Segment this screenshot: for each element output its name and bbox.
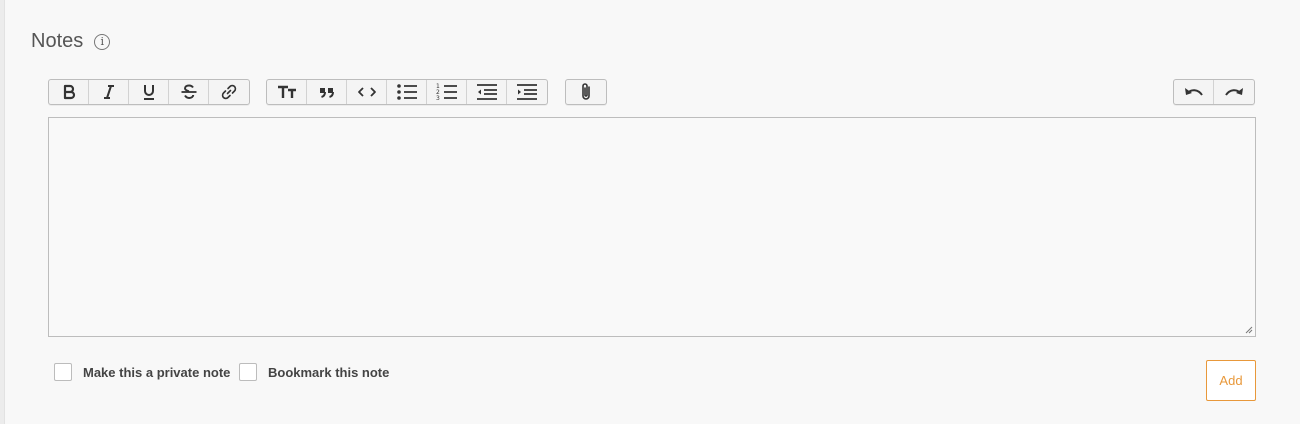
attachment-icon: [582, 83, 590, 100]
redo-button[interactable]: [1214, 80, 1254, 104]
strikethrough-button[interactable]: [169, 80, 209, 104]
bullet-list-icon: [396, 84, 417, 100]
bookmark-note-checkbox[interactable]: [239, 363, 257, 381]
private-note-checkbox[interactable]: [54, 363, 72, 381]
outdent-icon: [476, 84, 497, 100]
undo-button[interactable]: [1174, 80, 1214, 104]
indent-button[interactable]: [507, 80, 547, 104]
bold-button[interactable]: [49, 80, 89, 104]
redo-icon: [1225, 88, 1243, 96]
code-icon: [357, 87, 376, 97]
bold-icon: [63, 84, 75, 100]
link-button[interactable]: [209, 80, 249, 104]
underline-icon: [143, 85, 154, 100]
attachment-toolbar-group: [565, 79, 607, 105]
code-button[interactable]: [347, 80, 387, 104]
bookmark-note-label: Bookmark this note: [268, 364, 390, 380]
link-icon: [221, 84, 237, 100]
notes-header: Notes i: [31, 30, 111, 53]
info-icon[interactable]: i: [94, 33, 111, 50]
underline-button[interactable]: [129, 80, 169, 104]
outdent-button[interactable]: [467, 80, 507, 104]
add-button[interactable]: Add: [1206, 360, 1256, 401]
private-note-option[interactable]: Make this a private note: [54, 363, 230, 381]
attachment-button[interactable]: [566, 80, 606, 104]
notes-title: Notes: [31, 30, 84, 52]
svg-text:3: 3: [436, 95, 440, 101]
italic-icon: [103, 85, 114, 99]
notes-editor[interactable]: [48, 117, 1256, 337]
numbered-list-button[interactable]: 1 2 3: [427, 80, 467, 104]
private-note-label: Make this a private note: [83, 364, 231, 380]
resize-grip-icon[interactable]: [1245, 326, 1253, 334]
history-toolbar-group: [1173, 79, 1255, 105]
strikethrough-icon: [181, 84, 196, 100]
quote-icon: [319, 88, 334, 98]
italic-button[interactable]: [89, 80, 129, 104]
quote-button[interactable]: [307, 80, 347, 104]
undo-icon: [1184, 88, 1203, 96]
bookmark-note-option[interactable]: Bookmark this note: [239, 363, 389, 381]
block-toolbar-group: 1 2 3: [266, 79, 548, 105]
indent-icon: [517, 84, 537, 100]
heading-button[interactable]: [267, 80, 307, 104]
format-toolbar-group: [48, 79, 250, 105]
left-rule: [0, 0, 5, 424]
bullet-list-button[interactable]: [387, 80, 427, 104]
heading-icon: [277, 85, 296, 98]
numbered-list-icon: 1 2 3: [436, 83, 457, 101]
